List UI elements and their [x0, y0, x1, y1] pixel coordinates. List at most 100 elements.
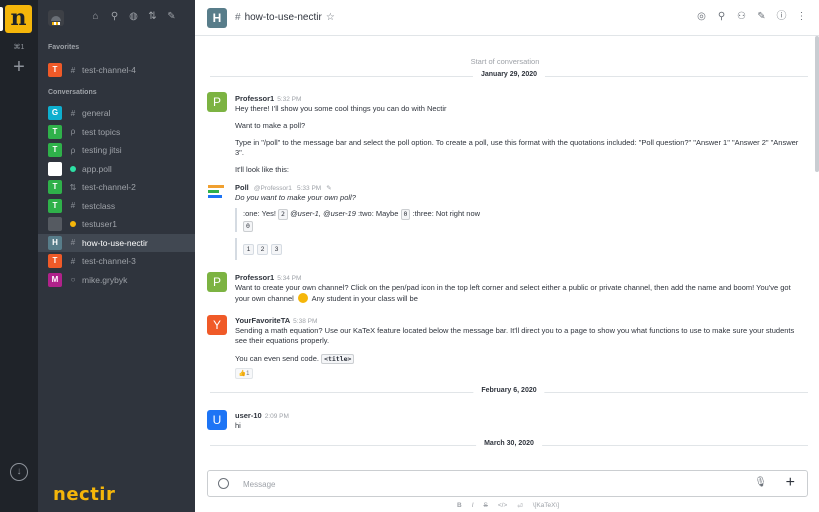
sidebar-item[interactable]: T # test-channel-4: [38, 61, 195, 79]
hash-icon: #: [70, 201, 76, 210]
message-composer: 🎙 +: [207, 470, 808, 497]
bold-button[interactable]: B: [457, 502, 462, 510]
sidebar-toolbar: ⌂ ⚲ ◍ ⇅ ✎: [90, 11, 177, 22]
poll-app-avatar: [207, 182, 227, 202]
star-icon[interactable]: ☆: [326, 12, 335, 23]
info-icon[interactable]: ⓘ: [776, 11, 787, 23]
sidebar-item[interactable]: testuser1: [38, 215, 195, 233]
multiline-button[interactable]: ⏎: [517, 502, 522, 510]
sidebar-item[interactable]: T # testclass: [38, 197, 195, 215]
room-avatar: T: [48, 198, 62, 213]
sidebar-item-label: testing jitsi: [82, 145, 122, 155]
sidebar-item[interactable]: T # test-channel-3: [38, 252, 195, 270]
sidebar-item[interactable]: H # how-to-use-nectir: [38, 233, 195, 252]
sort-icon[interactable]: ⇅: [147, 11, 158, 22]
inline-code: <title>: [321, 354, 355, 364]
sidebar-item[interactable]: Tρ test topics: [38, 123, 195, 141]
search-icon[interactable]: ⚲: [109, 11, 120, 22]
home-icon[interactable]: ⌂: [90, 11, 101, 22]
room-avatar: H: [48, 235, 62, 250]
main-panel: H # how-to-use-nectir ☆ ◎ ⚲ ⚇ ✎ ⓘ ⋮ Start …: [195, 0, 819, 512]
search-icon[interactable]: ⚲: [716, 11, 727, 23]
workspace-shortcut: ⌘1: [13, 44, 25, 51]
workspace-logo[interactable]: n: [0, 5, 32, 33]
plus-icon[interactable]: +: [786, 473, 795, 493]
italic-button[interactable]: I: [472, 502, 474, 510]
message-author[interactable]: Professor1 5:34 PM: [235, 273, 301, 282]
hash-icon: #: [70, 65, 76, 75]
room-avatar: G: [48, 106, 62, 120]
reaction-thumbs-up[interactable]: 👍1: [235, 368, 253, 379]
room-avatar: T: [48, 63, 62, 77]
sidebar-item-label: testuser1: [82, 219, 117, 229]
smile-emoji-icon: [297, 293, 308, 303]
message-text: You can even send code. <title>: [235, 354, 805, 364]
date-label: March 30, 2020: [476, 440, 542, 447]
sidebar-item[interactable]: Tρ testing jitsi: [38, 141, 195, 159]
away-dot: [70, 221, 76, 227]
date-label: January 29, 2020: [472, 71, 546, 78]
emoji-picker-icon[interactable]: [218, 478, 229, 489]
edited-icon: ✎: [326, 185, 332, 192]
members-icon[interactable]: ⚇: [736, 11, 747, 23]
sidebar-item-label: testclass: [82, 200, 116, 211]
create-new-icon[interactable]: ✎: [166, 11, 177, 22]
message-input[interactable]: [243, 477, 723, 491]
date-divider: March 30, 2020: [210, 440, 808, 450]
room-avatar: M: [48, 272, 62, 287]
message-author[interactable]: Professor1 5:32 PM: [235, 94, 301, 103]
user-avatar[interactable]: [48, 10, 64, 26]
attachment-icon[interactable]: ✎: [756, 11, 767, 23]
poll-options: :one: Yes! 2 @user-1, @user-19 :two: May…: [235, 208, 535, 232]
offline-dot: ○: [70, 275, 76, 284]
team-icon: ⇅: [69, 182, 77, 192]
message-text: Sending a math equation? Use our KaTeX f…: [235, 326, 795, 345]
message-author[interactable]: YourFavoriteTA 5:38 PM: [235, 316, 317, 325]
code-button[interactable]: </>: [498, 502, 507, 510]
message-avatar[interactable]: P: [207, 272, 227, 292]
sidebar-item[interactable]: G # general: [38, 104, 195, 122]
message-avatar[interactable]: P: [207, 92, 227, 112]
add-workspace-icon[interactable]: +: [0, 57, 38, 77]
sidebar-item-label: test topics: [82, 126, 121, 137]
message-text: Type in "/poll" to the message bar and s…: [235, 138, 799, 157]
server-rail: n ⌘1 + ↓: [0, 0, 38, 512]
hash-icon: #: [235, 12, 241, 23]
sidebar-header: ⌂ ⚲ ◍ ⇅ ✎: [38, 0, 195, 36]
sidebar-item-label: app.poll: [82, 163, 112, 174]
hash-icon: #: [70, 256, 76, 266]
scrollbar[interactable]: [815, 36, 819, 456]
room-title: # how-to-use-nectir ☆: [235, 12, 335, 23]
room-toolbar: ◎ ⚲ ⚇ ✎ ⓘ ⋮: [696, 11, 807, 23]
message-avatar[interactable]: Y: [207, 315, 227, 335]
kebab-menu-icon[interactable]: ⋮: [796, 11, 807, 23]
room-name: how-to-use-nectir: [244, 12, 322, 23]
sidebar-item[interactable]: M ○ mike.grybyk: [38, 271, 195, 289]
message-text: Want to make a poll?: [235, 121, 306, 130]
scrollbar-thumb[interactable]: [815, 36, 819, 172]
strike-button[interactable]: S: [484, 502, 488, 510]
room-avatar: [48, 217, 62, 231]
directory-icon[interactable]: ◍: [128, 11, 139, 22]
sidebar-item[interactable]: T ⇅ test-channel-2: [38, 178, 195, 196]
discussion-icon: ρ: [70, 145, 76, 155]
vote-button-2[interactable]: 2: [257, 244, 268, 255]
discussion-icon[interactable]: ◎: [696, 11, 707, 23]
message-author[interactable]: user-10 2:09 PM: [235, 411, 289, 420]
sidebar-item[interactable]: app.poll: [38, 160, 195, 178]
date-label: February 6, 2020: [473, 387, 545, 394]
microphone-icon[interactable]: 🎙: [754, 477, 767, 488]
room-avatar: T: [48, 180, 62, 194]
sidebar: ⌂ ⚲ ◍ ⇅ ✎ Favorites T # test-channel-4 Con…: [38, 0, 195, 512]
date-divider: February 6, 2020: [210, 387, 808, 397]
hash-icon: #: [70, 238, 76, 247]
message-avatar[interactable]: U: [207, 410, 227, 430]
vote-button-3[interactable]: 3: [271, 244, 282, 255]
message-author[interactable]: Poll @Professor1 5:33 PM ✎: [235, 183, 332, 192]
sidebar-item-label: test-channel-2: [82, 182, 136, 192]
download-icon[interactable]: ↓: [10, 463, 28, 481]
sidebar-item-label: general: [82, 108, 111, 118]
katex-button[interactable]: \[KaTeX\]: [533, 502, 559, 510]
vote-button-1[interactable]: 1: [243, 244, 254, 255]
message-text: Want to create your own channel? Click o…: [235, 283, 791, 303]
